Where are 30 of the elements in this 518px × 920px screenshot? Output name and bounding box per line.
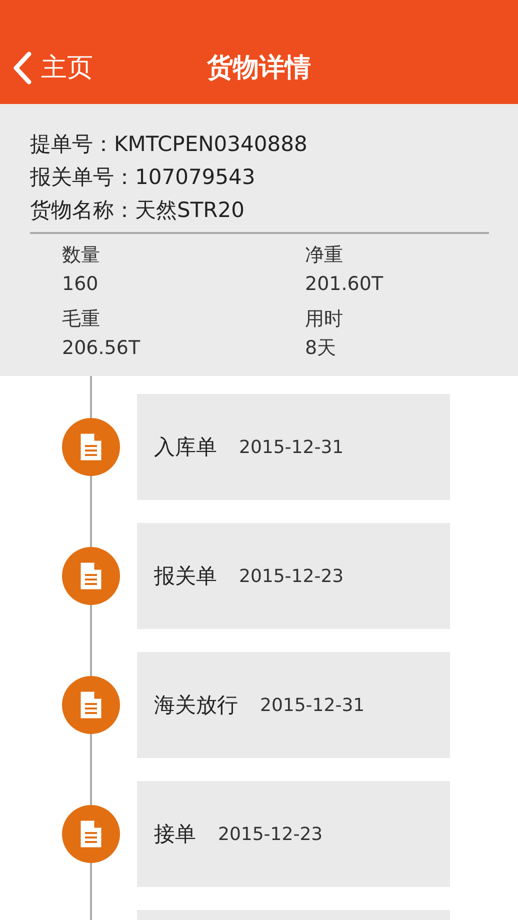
info-line: 报关单号：107079543 [30,164,256,191]
event-date: 2015-12-31 [239,436,344,458]
info-line: 货物名称：天然STR20 [30,197,246,224]
stat-label: 用时 [305,307,344,332]
event-title: 入库单 [154,434,217,461]
stat-value: 201.60T [305,272,384,297]
page-title: 货物详情 [207,52,311,85]
stat-label: 净重 [305,243,344,268]
event-title: 报关单 [154,563,217,590]
stat-value: 206.56T [62,336,142,361]
event-card[interactable]: 接单 2015-12-23 [137,781,450,887]
stat-value: 8天 [305,336,338,361]
stat-value: 160 [62,272,100,297]
document-icon [79,819,103,849]
event-title: 海关放行 [154,692,238,719]
document-icon [79,561,103,591]
event-card[interactable]: 入库单 2015-12-31 [137,394,450,500]
event-card[interactable]: 报关单 2015-12-23 [137,523,450,629]
event-card[interactable]: 海关放行 2015-12-31 [137,652,450,758]
document-icon [79,690,103,720]
event-title: 接单 [154,821,196,848]
back-chevron-icon [12,50,32,84]
back-button[interactable]: 主页 [12,50,93,85]
event-date: 2015-12-31 [260,694,365,716]
stat-label: 数量 [62,243,101,268]
document-icon [79,432,103,462]
event-date: 2015-12-23 [239,566,344,586]
stat-label: 毛重 [62,307,101,332]
event-date: 2015-12-23 [218,824,323,844]
info-line: 提单号：KMTCPEN0340888 [30,131,308,158]
